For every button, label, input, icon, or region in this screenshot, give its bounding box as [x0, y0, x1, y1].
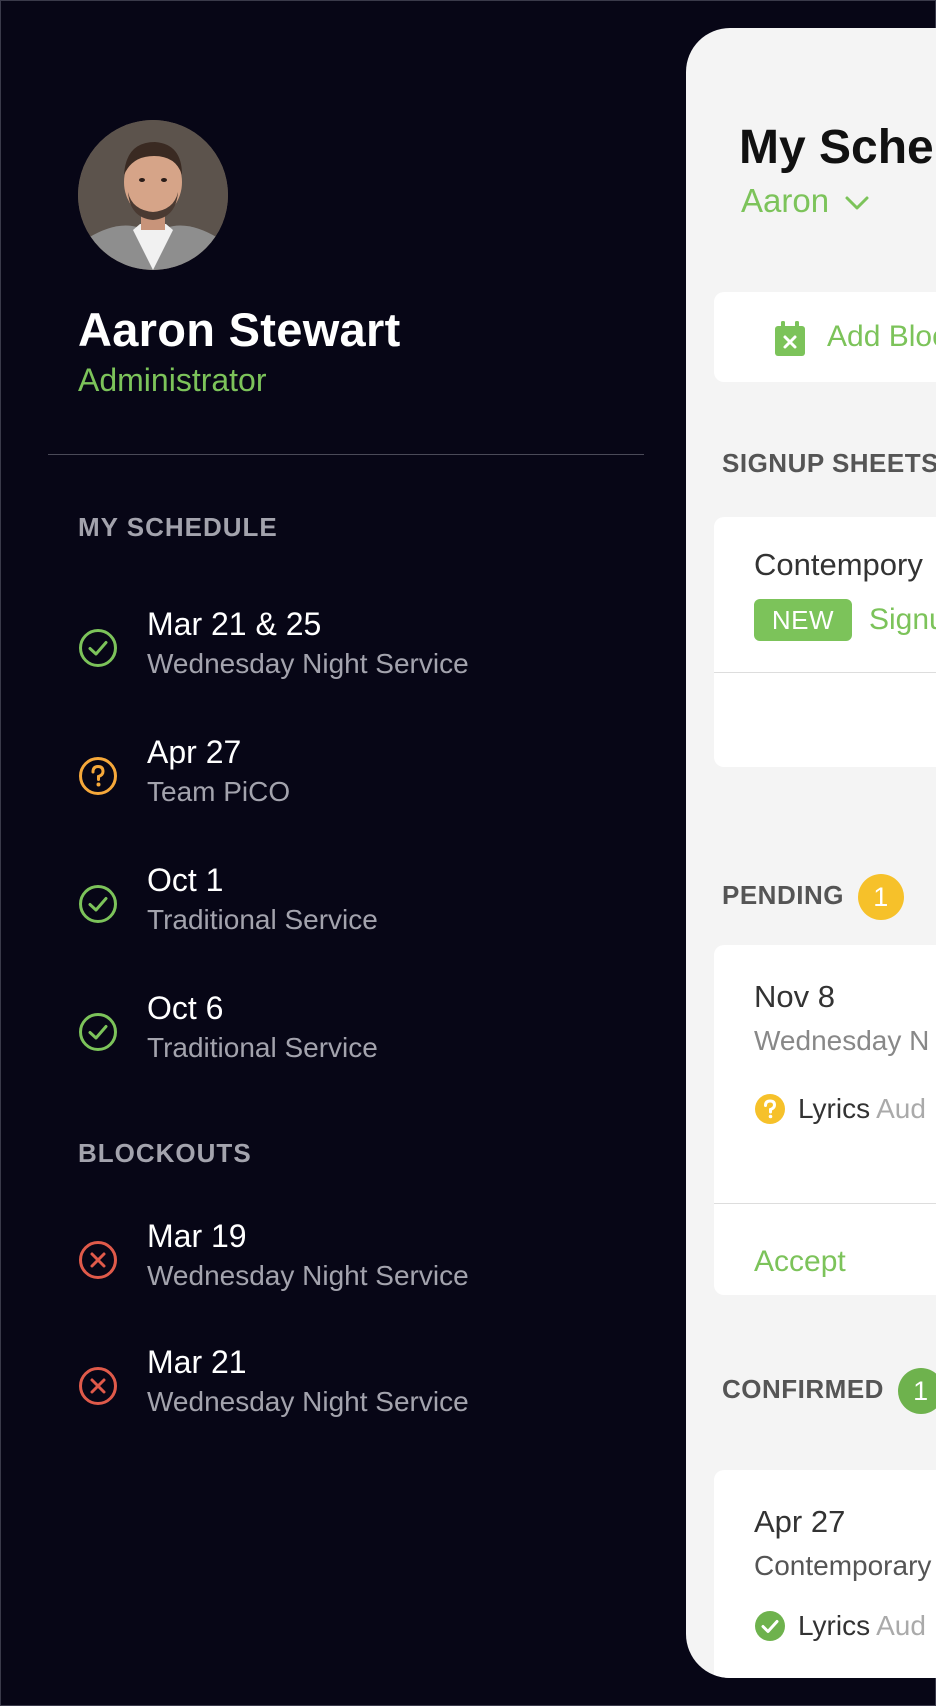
new-badge: NEW [754, 599, 852, 641]
check-circle-icon [79, 629, 117, 667]
card-divider [714, 1203, 936, 1204]
question-circle-icon [755, 1094, 785, 1124]
avatar[interactable] [78, 120, 228, 270]
person-select[interactable]: Aaron [741, 182, 870, 220]
card-divider [714, 672, 936, 673]
pending-role-detail: Aud [876, 1093, 926, 1124]
sidebar-divider [48, 454, 644, 455]
calendar-x-icon [775, 321, 805, 356]
accept-button[interactable]: Accept [754, 1245, 846, 1279]
blockout-item[interactable]: Mar 19 Wednesday Night Service [78, 1218, 638, 1298]
signup-card[interactable]: Contempory NEW Signu [714, 517, 936, 767]
confirmed-role-detail: Aud [876, 1610, 926, 1641]
x-circle-icon [79, 1367, 117, 1405]
schedule-item[interactable]: Oct 6 Traditional Service [78, 990, 638, 1070]
pending-count-badge: 1 [857, 874, 904, 920]
question-circle-icon [79, 757, 117, 795]
check-circle-icon [755, 1611, 785, 1641]
confirmed-role: Lyrics Aud [754, 1610, 926, 1642]
schedule-date: Oct 6 [147, 990, 224, 1026]
confirmed-role-name: Lyrics [798, 1610, 871, 1641]
schedule-panel: My Sche Aaron Add Bloc SIGNUP SHEETS Con… [686, 28, 936, 1678]
blockout-date: Mar 21 [147, 1344, 247, 1380]
chevron-down-icon [845, 196, 869, 210]
schedule-event: Traditional Service [147, 1032, 378, 1063]
confirmed-date: Apr 27 [754, 1504, 846, 1539]
my-schedule-heading: MY SCHEDULE [78, 512, 278, 542]
blockout-item[interactable]: Mar 21 Wednesday Night Service [78, 1344, 638, 1424]
blockout-event: Wednesday Night Service [147, 1260, 469, 1291]
user-role: Administrator [78, 362, 267, 398]
confirmed-count-badge: 1 [897, 1368, 936, 1414]
blockout-event: Wednesday Night Service [147, 1386, 469, 1417]
schedule-event: Wednesday Night Service [147, 648, 469, 679]
signup-sheet-name: Contempory [754, 547, 923, 582]
add-blockout-button[interactable]: Add Bloc [714, 292, 936, 382]
add-blockout-label: Add Bloc [827, 320, 936, 353]
profile-sidebar: Aaron Stewart Administrator MY SCHEDULE … [0, 0, 680, 1706]
schedule-item[interactable]: Mar 21 & 25 Wednesday Night Service [78, 606, 638, 686]
confirmed-heading: CONFIRMED 1 [722, 1368, 936, 1414]
confirmed-event: Contemporary [754, 1550, 932, 1581]
person-select-label: Aaron [741, 182, 830, 219]
schedule-date: Apr 27 [147, 734, 242, 770]
schedule-item[interactable]: Apr 27 Team PiCO [78, 734, 638, 814]
pending-heading: PENDING 1 [722, 874, 904, 920]
page-title: My Sche [739, 121, 934, 174]
x-circle-icon [79, 1241, 117, 1279]
blockouts-heading: BLOCKOUTS [78, 1138, 252, 1168]
check-circle-icon [79, 885, 117, 923]
signup-sheets-heading: SIGNUP SHEETS [722, 448, 936, 478]
pending-event: Wednesday N [754, 1025, 930, 1056]
pending-role: Lyrics Aud [754, 1093, 926, 1125]
schedule-item[interactable]: Oct 1 Traditional Service [78, 862, 638, 942]
schedule-event: Team PiCO [147, 776, 291, 807]
schedule-date: Oct 1 [147, 862, 224, 898]
schedule-event: Traditional Service [147, 904, 378, 935]
pending-role-name: Lyrics [798, 1093, 871, 1124]
schedule-date: Mar 21 & 25 [147, 606, 322, 642]
confirmed-label: CONFIRMED [722, 1373, 884, 1404]
pending-date: Nov 8 [754, 979, 835, 1014]
signup-link[interactable]: Signu [869, 603, 936, 637]
user-name: Aaron Stewart [78, 303, 401, 356]
confirmed-card[interactable]: Apr 27 Contemporary Lyrics Aud [714, 1470, 936, 1678]
pending-label: PENDING [722, 879, 844, 910]
blockout-date: Mar 19 [147, 1218, 247, 1254]
check-circle-icon [79, 1013, 117, 1051]
pending-card[interactable]: Nov 8 Wednesday N Lyrics Aud Accept [714, 945, 936, 1295]
